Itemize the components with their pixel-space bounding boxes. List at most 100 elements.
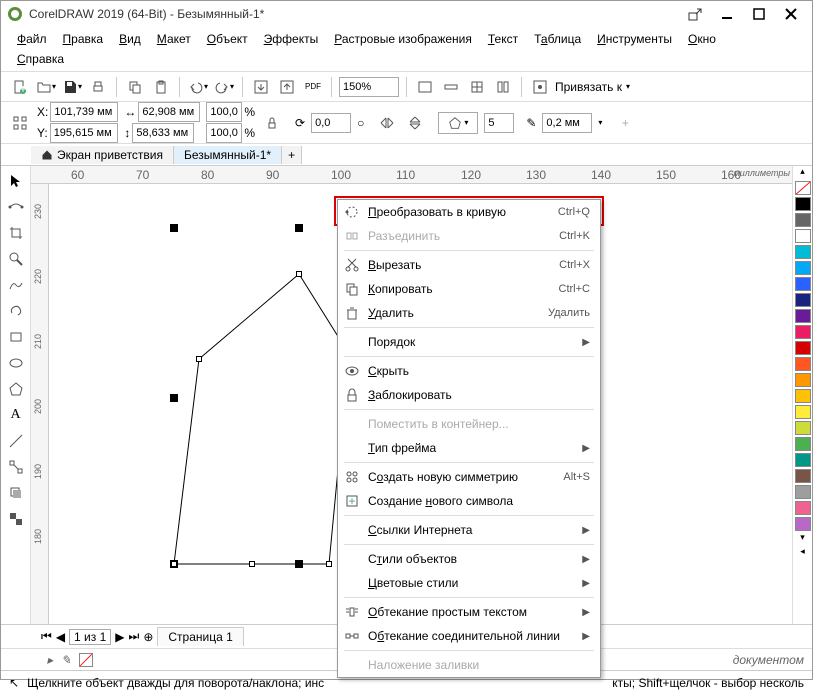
swatch[interactable] [795, 453, 811, 467]
swatch[interactable] [795, 437, 811, 451]
crop-tool[interactable] [5, 222, 27, 244]
menu-file[interactable]: Файл [9, 29, 55, 49]
paste-button[interactable] [150, 76, 172, 98]
palette-scroll-down[interactable]: ▾ [793, 532, 812, 546]
save-button[interactable]: ▾ [61, 76, 83, 98]
swatch[interactable] [795, 277, 811, 291]
copy-button[interactable] [124, 76, 146, 98]
swatch[interactable] [795, 373, 811, 387]
grid-button[interactable] [466, 76, 488, 98]
menu-edit[interactable]: Правка [55, 29, 112, 49]
menu-object[interactable]: Объект [199, 29, 256, 49]
snap-label[interactable]: Привязать к [555, 80, 622, 94]
scale-x-input[interactable] [206, 102, 242, 122]
tab-document[interactable]: Безымянный-1* [174, 146, 282, 164]
docpal-arrow[interactable]: ▸ [47, 653, 53, 667]
redo-button[interactable]: ▾ [213, 76, 235, 98]
ctx-convert-to-curves[interactable]: Преобразовать в кривую Ctrl+Q [338, 200, 600, 224]
width-input[interactable] [138, 102, 200, 122]
swatch[interactable] [795, 469, 811, 483]
page-tab[interactable]: Страница 1 [157, 627, 243, 646]
height-input[interactable] [132, 123, 194, 143]
rectangle-tool[interactable] [5, 326, 27, 348]
swatch[interactable] [795, 213, 811, 227]
swatch[interactable] [795, 421, 811, 435]
palette-scroll-up[interactable]: ▴ [793, 166, 812, 180]
menu-help[interactable]: Справка [9, 49, 804, 69]
nav-next[interactable]: ▶ [115, 630, 124, 644]
swatch[interactable] [795, 357, 811, 371]
zoom-tool[interactable] [5, 248, 27, 270]
ctx-wrap-paragraph-text[interactable]: Обтекание простым текстом ▶ [338, 600, 600, 624]
minimize-button[interactable] [712, 4, 742, 24]
menu-text[interactable]: Текст [480, 29, 526, 49]
swatch[interactable] [795, 341, 811, 355]
open-button[interactable]: ▾ [35, 76, 57, 98]
tab-new[interactable]: + [282, 146, 302, 164]
pdf-button[interactable]: PDF [302, 76, 324, 98]
no-fill-icon[interactable] [79, 653, 93, 667]
ctx-frame-type[interactable]: Тип фрейма ▶ [338, 436, 600, 460]
pick-tool[interactable] [5, 170, 27, 192]
menu-tools[interactable]: Инструменты [589, 29, 680, 49]
nav-prev[interactable]: ◀ [56, 630, 65, 644]
ctx-new-symmetry[interactable]: Создать новую симметрию Alt+S [338, 465, 600, 489]
export-icon[interactable] [680, 4, 710, 24]
swatch[interactable] [795, 309, 811, 323]
swatch[interactable] [795, 517, 811, 531]
maximize-button[interactable] [744, 4, 774, 24]
eyedropper-icon[interactable]: ✎ [61, 653, 71, 667]
ctx-delete[interactable]: Удалить Удалить [338, 301, 600, 325]
text-tool[interactable]: A [5, 404, 27, 426]
ctx-lock[interactable]: Заблокировать [338, 383, 600, 407]
swatch[interactable] [795, 197, 811, 211]
freehand-tool[interactable] [5, 274, 27, 296]
polygon-tool[interactable] [5, 378, 27, 400]
ctx-object-styles[interactable]: Стили объектов ▶ [338, 547, 600, 571]
y-input[interactable] [50, 123, 118, 143]
swatch-none[interactable] [795, 181, 811, 195]
close-button[interactable] [776, 4, 806, 24]
ctx-powerclip[interactable]: Поместить в контейнер... [338, 412, 600, 436]
ctx-cut[interactable]: Вырезать Ctrl+X [338, 253, 600, 277]
import-button[interactable] [250, 76, 272, 98]
snap-button[interactable] [529, 76, 551, 98]
menu-layout[interactable]: Макет [149, 29, 199, 49]
swatch[interactable] [795, 245, 811, 259]
ctx-hide[interactable]: Скрыть [338, 359, 600, 383]
transparency-tool[interactable] [5, 508, 27, 530]
dockers-button[interactable] [492, 76, 514, 98]
swatch[interactable] [795, 293, 811, 307]
ctx-internet-links[interactable]: Ссылки Интернета ▶ [338, 518, 600, 542]
swatch[interactable] [795, 485, 811, 499]
ellipse-tool[interactable] [5, 352, 27, 374]
undo-button[interactable]: ▾ [187, 76, 209, 98]
ctx-color-styles[interactable]: Цветовые стили ▶ [338, 571, 600, 595]
swatch[interactable] [795, 405, 811, 419]
menu-table[interactable]: Таблица [526, 29, 589, 49]
rotation-input[interactable] [311, 113, 351, 133]
ctx-connector-wrap[interactable]: Обтекание соединительной линии ▶ [338, 624, 600, 648]
swatch[interactable] [795, 325, 811, 339]
menu-view[interactable]: Вид [111, 29, 149, 49]
polygon-shape-button[interactable]: ▾ [438, 112, 478, 134]
dimension-tool[interactable] [5, 430, 27, 452]
connector-tool[interactable] [5, 456, 27, 478]
menu-window[interactable]: Окно [680, 29, 724, 49]
swatch[interactable] [795, 229, 811, 243]
export-button[interactable] [276, 76, 298, 98]
zoom-input[interactable] [339, 77, 399, 97]
palette-flyout[interactable]: ◂ [793, 546, 812, 560]
mirror-h-icon[interactable] [376, 112, 398, 134]
nav-last[interactable]: ⏭ [129, 629, 140, 644]
ctx-copy[interactable]: Копировать Ctrl+C [338, 277, 600, 301]
dropshadow-tool[interactable] [5, 482, 27, 504]
lock-ratio-icon[interactable] [261, 112, 283, 134]
ctx-overprint-fill[interactable]: Наложение заливки [338, 653, 600, 677]
ctx-break-apart[interactable]: Разъединить Ctrl+K [338, 224, 600, 248]
menu-effects[interactable]: Эффекты [256, 29, 327, 49]
tab-welcome[interactable]: Экран приветствия [31, 146, 174, 164]
rulers-button[interactable] [440, 76, 462, 98]
fullscreen-button[interactable] [414, 76, 436, 98]
sides-input[interactable] [484, 113, 514, 133]
